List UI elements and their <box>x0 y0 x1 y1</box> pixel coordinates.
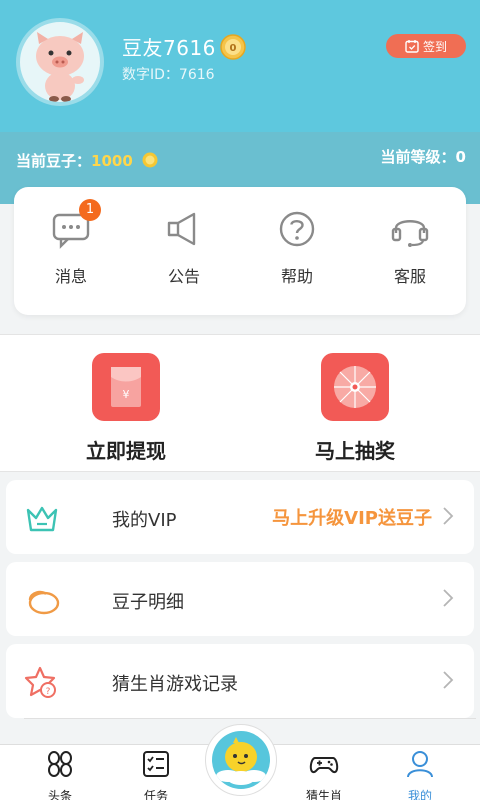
tab-label: 猜生肖 <box>305 789 342 800</box>
signin-label: 签到 <box>422 39 447 54</box>
beans-label: 当前豆子： <box>16 152 92 170</box>
crown-icon <box>26 506 58 532</box>
lottery-label: 马上抽奖 <box>315 439 395 463</box>
center-mascot-button[interactable] <box>205 724 277 796</box>
chevron-right-icon <box>443 589 454 607</box>
menu-row-vip[interactable]: 我的VIP 马上升级VIP送豆子 <box>6 480 474 554</box>
beans-value: 1000 <box>91 152 133 170</box>
quick-action-messages[interactable]: 1 消息 <box>26 199 116 287</box>
level-stat: 当前等级：0 <box>380 148 466 166</box>
tab-label: 我的 <box>407 789 432 800</box>
lottery-button[interactable]: 马上抽奖 <box>275 353 435 464</box>
withdraw-label: 立即提现 <box>86 439 166 463</box>
avatar[interactable] <box>16 18 104 106</box>
quick-action-label: 客服 <box>393 267 426 286</box>
svg-text:¥: ¥ <box>123 388 130 401</box>
menu-row-bean-details[interactable]: 豆子明细 <box>6 562 474 636</box>
row-divider <box>24 718 476 719</box>
level-badge-icon: 0 <box>220 33 246 60</box>
user-icon <box>407 751 433 778</box>
tab-guess-zodiac[interactable]: 猜生肖 <box>284 749 364 800</box>
tab-label: 头条 <box>47 789 72 800</box>
tab-tasks[interactable]: 任务 <box>116 749 196 800</box>
username: 豆友7616 <box>122 36 216 60</box>
quick-action-announcements[interactable]: 公告 <box>139 209 229 287</box>
star-record-icon: ? <box>24 666 56 698</box>
calendar-icon <box>405 40 419 53</box>
red-envelope-icon: ¥ <box>111 367 141 407</box>
mascot-icon <box>216 737 266 785</box>
tasks-icon <box>143 751 169 777</box>
user-id: 数字ID：7616 <box>122 67 215 83</box>
quick-action-help[interactable]: 帮助 <box>252 209 342 287</box>
message-count-badge: 1 <box>79 199 101 221</box>
quick-action-label: 消息 <box>54 267 87 286</box>
help-icon <box>279 211 315 247</box>
svg-text:?: ? <box>46 687 51 697</box>
chevron-right-icon <box>443 671 454 689</box>
chevron-right-icon <box>443 507 454 525</box>
vip-upgrade-promo[interactable]: 马上升级VIP送豆子 <box>272 504 432 530</box>
tab-mine[interactable]: 我的 <box>380 749 460 800</box>
tab-label: 任务 <box>143 789 168 800</box>
gamepad-icon <box>309 757 339 774</box>
menu-row-title: 我的VIP <box>112 510 177 531</box>
section-divider <box>0 471 480 472</box>
quick-actions-card: 1 消息 公告 帮助 客服 <box>14 187 466 315</box>
tab-headlines[interactable]: 头条 <box>20 749 100 800</box>
megaphone-icon <box>167 212 196 246</box>
beans-stat: 当前豆子：1000 <box>16 150 158 171</box>
menu-row-game-records[interactable]: ? 猜生肖游戏记录 <box>6 644 474 718</box>
username-row: 豆友7616 0 <box>122 32 246 61</box>
menu-row-title: 豆子明细 <box>112 592 184 613</box>
headset-icon <box>391 220 429 247</box>
quick-action-label: 公告 <box>167 267 200 286</box>
pig-avatar-icon <box>36 32 84 102</box>
coin-icon <box>142 152 158 168</box>
promo-section: ¥ 立即提现 马上抽奖 <box>0 335 480 471</box>
lottery-wheel-icon <box>334 366 376 408</box>
quick-action-support[interactable]: 客服 <box>365 209 455 287</box>
menu-row-title: 猜生肖游戏记录 <box>112 674 238 695</box>
withdraw-button[interactable]: ¥ 立即提现 <box>46 353 206 464</box>
level-badge-text: 0 <box>229 43 236 54</box>
bean-icon <box>28 590 60 615</box>
signin-button[interactable]: 签到 <box>386 34 466 58</box>
headlines-icon <box>48 751 72 777</box>
quick-action-label: 帮助 <box>280 267 313 286</box>
